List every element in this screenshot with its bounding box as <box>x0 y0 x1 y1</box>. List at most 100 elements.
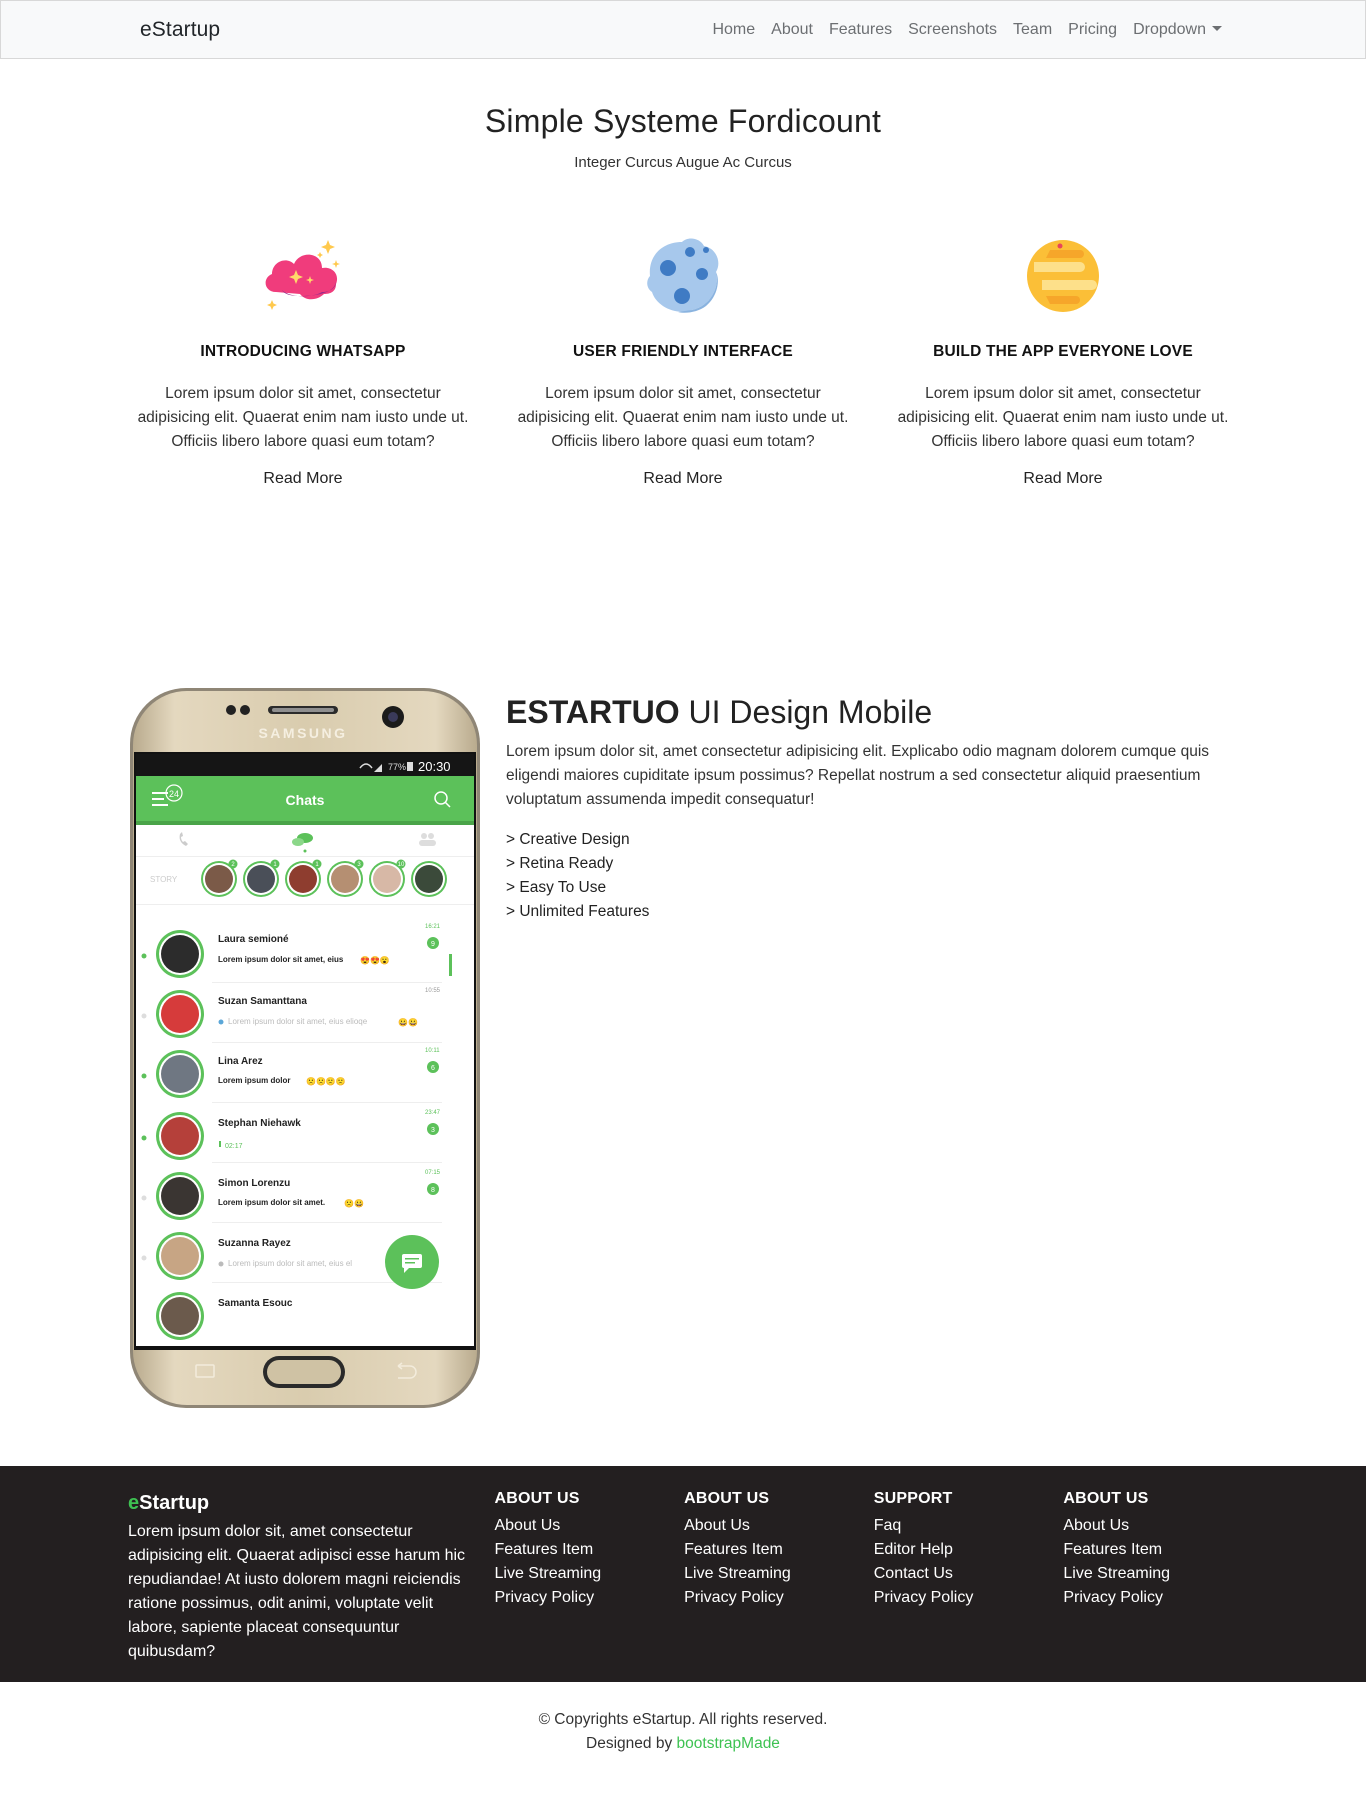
copyright: © Copyrights eStartup. All rights reserv… <box>0 1682 1366 1796</box>
feature-heading: BUILD THE APP EVERYONE LOVE <box>933 343 1193 360</box>
footer-link[interactable]: Features Item <box>1063 1538 1253 1562</box>
chat-count: 6 <box>431 1065 435 1072</box>
chat-name: Suzanna Rayez <box>218 1238 291 1249</box>
chat-name: Samanta Esouc <box>218 1298 293 1309</box>
chat-name: Suzan Samanttana <box>218 996 307 1007</box>
footer-link[interactable]: Privacy Policy <box>684 1586 874 1610</box>
footer-link[interactable]: Faq <box>874 1514 1064 1538</box>
about-text: Lorem ipsum dolor sit, amet consectetur … <box>506 743 1210 808</box>
chat-message: Lorem ipsum dolor sit amet, eius elioqe <box>228 1017 368 1026</box>
about-content: ESTARTUO UI Design Mobile Lorem ipsum do… <box>491 686 1238 1414</box>
footer: eStartup Lorem ipsum dolor sit, amet con… <box>0 1466 1366 1682</box>
orange-planet-icon <box>888 233 1238 319</box>
nav-dropdown[interactable]: Dropdown <box>1125 21 1230 39</box>
read-more-link[interactable]: Read More <box>1023 470 1102 488</box>
phone-brand-text: SAMSUNG <box>258 725 347 741</box>
footer-column: ABOUT US About Us Features Item Live Str… <box>684 1490 874 1664</box>
chat-message: Lorem ipsum dolor sit amet. <box>218 1198 325 1207</box>
about-title-rest: UI Design Mobile <box>679 694 933 730</box>
feature-heading: INTRODUCING WHATSAPP <box>200 343 406 360</box>
footer-link[interactable]: Privacy Policy <box>1063 1586 1253 1610</box>
chat-message: 02:17 <box>225 1143 243 1150</box>
footer-link[interactable]: Privacy Policy <box>874 1586 1064 1610</box>
chat-badge: 24 <box>169 789 179 799</box>
chat-name: Lina Arez <box>218 1056 263 1067</box>
feature-text: Lorem ipsum dolor sit amet, consectetur … <box>517 385 849 450</box>
chat-count: 3 <box>431 1127 435 1134</box>
footer-brand-rest: Startup <box>139 1492 210 1514</box>
nav-pricing[interactable]: Pricing <box>1060 21 1125 39</box>
list-item: > Easy To Use <box>506 879 607 896</box>
nav-features[interactable]: Features <box>821 21 900 39</box>
nav-dropdown-label: Dropdown <box>1133 20 1206 38</box>
brand-logo[interactable]: eStartup <box>140 18 220 42</box>
footer-column-heading: ABOUT US <box>494 1490 580 1507</box>
chat-message: Lorem ipsum dolor sit amet, eius el <box>228 1259 352 1268</box>
list-item: > Creative Design <box>506 831 630 848</box>
about-title-bold: ESTARTUO <box>506 694 680 730</box>
chat-time: 16:21 <box>425 924 441 930</box>
about-section: SAMSUNG 77% 20:30 24 Chats STORY 2 1 1 3… <box>113 686 1253 1414</box>
footer-column-heading: ABOUT US <box>1063 1490 1149 1507</box>
chat-emoji: 😀😀 <box>398 1018 418 1027</box>
nav-about[interactable]: About <box>763 21 821 39</box>
chat-emoji: 🙁🙁🙁🙁 <box>306 1077 346 1086</box>
pink-cloud-icon <box>128 233 478 319</box>
footer-link[interactable]: Contact Us <box>874 1562 1064 1586</box>
feature-card: USER FRIENDLY INTERFACE Lorem ipsum dolo… <box>493 233 873 488</box>
feature-text: Lorem ipsum dolor sit amet, consectetur … <box>137 385 469 450</box>
footer-link[interactable]: Features Item <box>684 1538 874 1562</box>
footer-brand: eStartup <box>128 1492 479 1515</box>
chat-time: 23:47 <box>425 1110 441 1116</box>
nav-team[interactable]: Team <box>1005 21 1060 39</box>
feature-cards: INTRODUCING WHATSAPP Lorem ipsum dolor s… <box>113 233 1253 488</box>
read-more-link[interactable]: Read More <box>263 470 342 488</box>
footer-brand-e: e <box>128 1492 140 1514</box>
footer-link[interactable]: Privacy Policy <box>494 1586 684 1610</box>
footer-link[interactable]: About Us <box>494 1514 684 1538</box>
footer-column: ABOUT US About Us Features Item Live Str… <box>494 1490 684 1664</box>
feature-card: INTRODUCING WHATSAPP Lorem ipsum dolor s… <box>113 233 493 488</box>
nav-home[interactable]: Home <box>704 21 763 39</box>
features-section: Simple Systeme Fordicount Integer Curcus… <box>0 59 1366 488</box>
designed-by-label: Designed by <box>586 1735 677 1752</box>
footer-about: eStartup Lorem ipsum dolor sit, amet con… <box>113 1490 494 1664</box>
story-label: STORY <box>150 875 178 884</box>
phone-mockup-image: SAMSUNG 77% 20:30 24 Chats STORY 2 1 1 3… <box>128 686 491 1414</box>
read-more-link[interactable]: Read More <box>643 470 722 488</box>
footer-link[interactable]: Live Streaming <box>684 1562 874 1586</box>
footer-link[interactable]: Live Streaming <box>1063 1562 1253 1586</box>
features-title: Simple Systeme Fordicount <box>484 103 882 139</box>
chat-count: 8 <box>431 1187 435 1194</box>
chat-name: Stephan Niehawk <box>218 1118 301 1129</box>
footer-link[interactable]: Features Item <box>494 1538 684 1562</box>
nav-screenshots[interactable]: Screenshots <box>900 21 1005 39</box>
chat-emoji: 🙁😀 <box>344 1199 364 1208</box>
footer-link[interactable]: Live Streaming <box>494 1562 684 1586</box>
about-title: ESTARTUO UI Design Mobile <box>506 694 1238 731</box>
caret-down-icon <box>1212 25 1222 31</box>
story-count: 10 <box>398 862 405 868</box>
footer-link[interactable]: Editor Help <box>874 1538 1064 1562</box>
footer-column: SUPPORT Faq Editor Help Contact Us Priva… <box>874 1490 1064 1664</box>
feature-card: BUILD THE APP EVERYONE LOVE Lorem ipsum … <box>873 233 1253 488</box>
footer-column: ABOUT US About Us Features Item Live Str… <box>1063 1490 1253 1664</box>
designer-link[interactable]: bootstrapMade <box>677 1735 780 1752</box>
chat-name: Laura semioné <box>218 934 289 945</box>
features-subtitle: Integer Curcus Augue Ac Curcus <box>574 154 792 171</box>
footer-link[interactable]: About Us <box>1063 1514 1253 1538</box>
navbar: eStartup Home About Features Screenshots… <box>0 0 1366 59</box>
chat-emoji: 😍😍😮 <box>360 956 390 965</box>
footer-link[interactable]: About Us <box>684 1514 874 1538</box>
nav-links: Home About Features Screenshots Team Pri… <box>704 21 1230 39</box>
status-time: 20:30 <box>418 759 451 774</box>
chats-header-title: Chats <box>286 792 325 808</box>
list-item: > Unlimited Features <box>506 903 650 920</box>
footer-about-text: Lorem ipsum dolor sit, amet consectetur … <box>128 1523 466 1660</box>
chat-time: 07:15 <box>425 1170 441 1176</box>
footer-column-heading: ABOUT US <box>684 1490 770 1507</box>
chat-name: Simon Lorenzu <box>218 1178 290 1189</box>
copyright-text: © Copyrights eStartup. All rights reserv… <box>538 1711 828 1728</box>
chat-message: Lorem ipsum dolor sit amet, eius <box>218 955 344 964</box>
chat-message: Lorem ipsum dolor <box>218 1076 290 1085</box>
